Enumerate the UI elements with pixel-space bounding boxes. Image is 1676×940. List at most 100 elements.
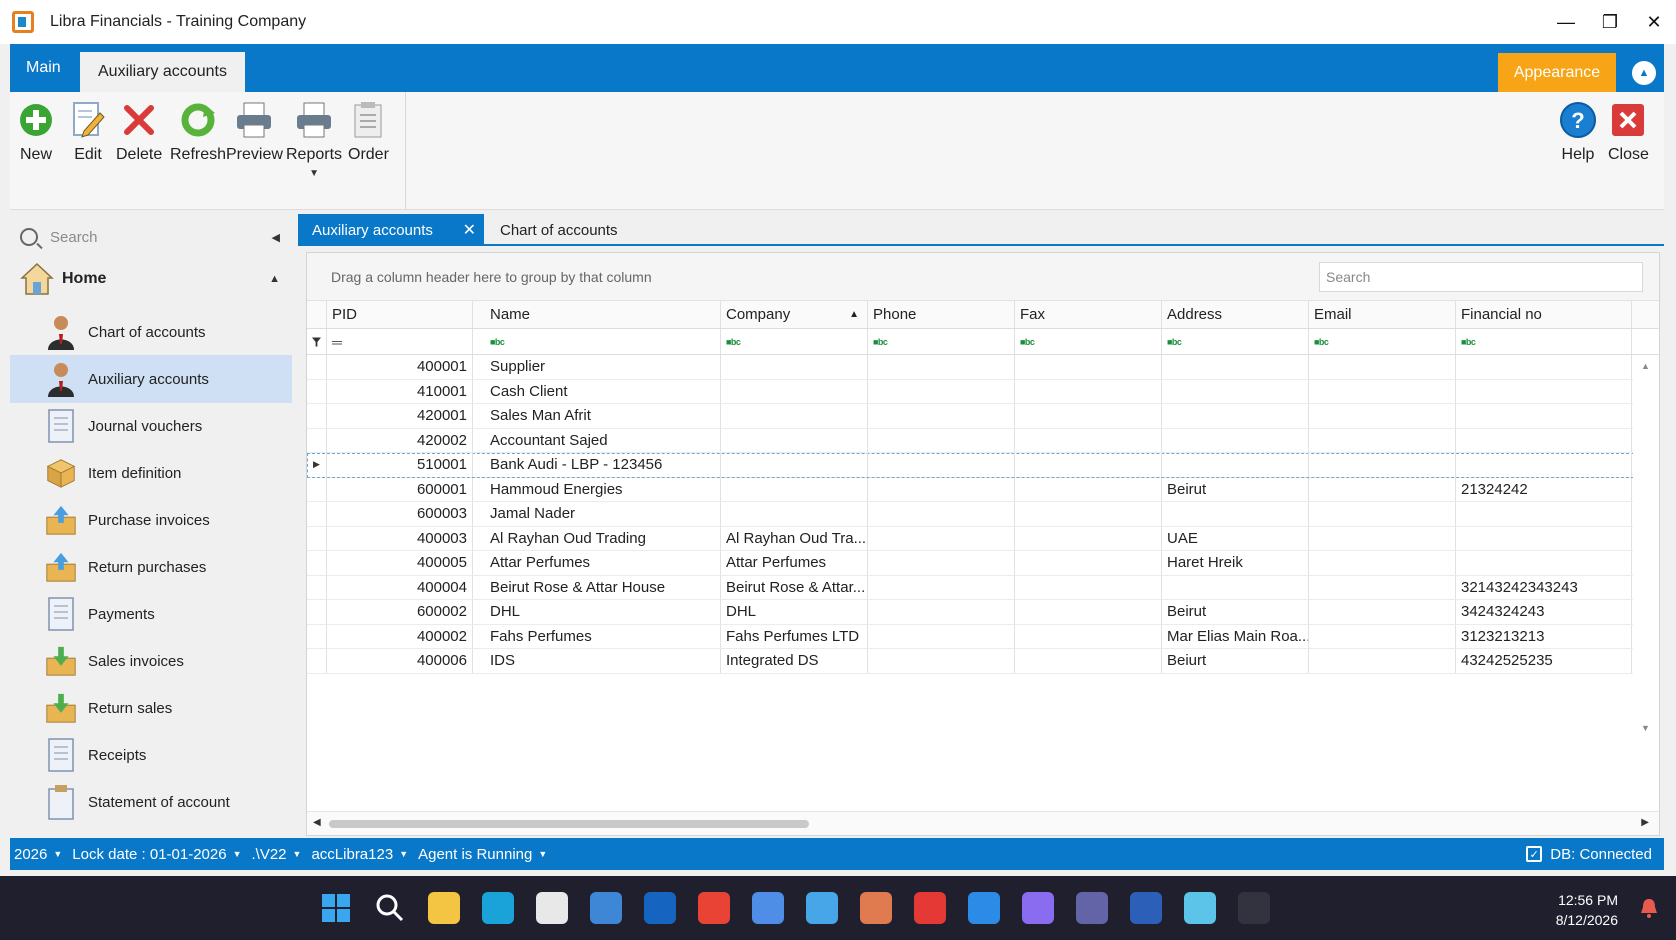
cell-phone[interactable] — [868, 428, 1015, 452]
contains-operator-icon[interactable]: ■bc — [873, 337, 888, 347]
help-button[interactable]: ? Help — [1558, 100, 1598, 164]
cell-fax[interactable] — [1015, 502, 1162, 526]
sidebar-item-return-sales[interactable]: Return sales — [10, 684, 292, 732]
cell-company[interactable]: Al Rayhan Oud Tra... — [721, 526, 868, 550]
equals-operator-icon[interactable]: ═ — [332, 334, 342, 350]
cell-company[interactable]: Beirut Rose & Attar... — [721, 575, 868, 599]
cell-company[interactable] — [721, 453, 868, 477]
outlook-icon[interactable] — [644, 892, 676, 924]
cell-email[interactable] — [1309, 477, 1456, 501]
tab-auxiliary-accounts[interactable]: Auxiliary accounts — [80, 52, 245, 92]
notification-bell-icon[interactable] — [1640, 898, 1658, 918]
new-button[interactable]: New — [16, 100, 56, 164]
cell-phone[interactable] — [868, 379, 1015, 403]
preview-button[interactable]: Preview — [226, 100, 283, 164]
doc-tab-auxiliary-accounts[interactable]: Auxiliary accounts ✕ — [298, 214, 484, 246]
cell-pid[interactable]: 600002 — [327, 600, 473, 624]
close-tab-icon[interactable]: ✕ — [463, 220, 476, 240]
app-blue-icon[interactable] — [752, 892, 784, 924]
sidebar-item-journal-vouchers[interactable]: Journal vouchers — [10, 402, 292, 450]
status-year[interactable]: 2026 ▼ — [14, 846, 62, 863]
table-row[interactable]: 400001 Supplier — [307, 355, 1659, 380]
cell-fax[interactable] — [1015, 404, 1162, 428]
sidebar-item-receipts[interactable]: Receipts — [10, 731, 292, 779]
vscode-icon[interactable] — [968, 892, 1000, 924]
cell-phone[interactable] — [868, 551, 1015, 575]
cell-address[interactable] — [1162, 575, 1309, 599]
filter-cell-company[interactable]: ■bc — [721, 329, 868, 354]
status-server[interactable]: .\V22 ▼ — [252, 846, 302, 863]
contains-operator-icon[interactable]: ■bc — [1167, 337, 1182, 347]
teams-icon[interactable] — [1076, 892, 1108, 924]
column-header-phone[interactable]: Phone — [868, 301, 1015, 328]
close-window-button[interactable]: ✕ — [1632, 0, 1676, 44]
table-row[interactable]: 400004 Beirut Rose & Attar House Beirut Ro… — [307, 575, 1659, 600]
cell-address[interactable]: Beirut — [1162, 477, 1309, 501]
cell-address[interactable]: Beiurt — [1162, 649, 1309, 673]
cell-name[interactable]: Hammoud Energies — [485, 477, 721, 501]
scroll-left-icon[interactable]: ◀ — [313, 817, 321, 828]
store-icon[interactable] — [536, 892, 568, 924]
column-header-company[interactable]: Company ▲ — [721, 301, 868, 328]
cell-address[interactable] — [1162, 404, 1309, 428]
photos-icon[interactable] — [806, 892, 838, 924]
cell-company[interactable] — [721, 477, 868, 501]
contains-operator-icon[interactable]: ■bc — [490, 337, 505, 347]
cell-financial-no[interactable]: 32143242343243 — [1456, 575, 1632, 599]
sidebar-item-item-definition[interactable]: Item definition — [10, 449, 292, 497]
cell-pid[interactable]: 510001 — [327, 453, 473, 477]
appearance-button[interactable]: Appearance — [1498, 53, 1616, 93]
cell-address[interactable] — [1162, 379, 1309, 403]
edge-icon[interactable] — [482, 892, 514, 924]
scroll-down-icon[interactable]: ▼ — [1641, 723, 1650, 733]
cell-fax[interactable] — [1015, 428, 1162, 452]
tab-main[interactable]: Main — [10, 44, 77, 92]
cell-financial-no[interactable]: 3424324243 — [1456, 600, 1632, 624]
status-lock-date[interactable]: Lock date : 01-01-2026 ▼ — [72, 846, 241, 863]
cell-address[interactable] — [1162, 453, 1309, 477]
cell-pid[interactable]: 410001 — [327, 379, 473, 403]
minimize-button[interactable]: — — [1544, 0, 1588, 44]
filter-cell-email[interactable]: ■bc — [1309, 329, 1456, 354]
chrome-icon[interactable] — [698, 892, 730, 924]
contains-operator-icon[interactable]: ■bc — [1461, 337, 1476, 347]
cell-pid[interactable]: 400002 — [327, 624, 473, 648]
refresh-button[interactable]: Refresh — [170, 100, 226, 164]
cell-email[interactable] — [1309, 404, 1456, 428]
cell-name[interactable]: Fahs Perfumes — [485, 624, 721, 648]
cell-financial-no[interactable] — [1456, 379, 1632, 403]
cell-pid[interactable]: 400005 — [327, 551, 473, 575]
table-row[interactable]: 420002 Accountant Sajed — [307, 428, 1659, 453]
cell-address[interactable]: Mar Elias Main Roa... — [1162, 624, 1309, 648]
cell-phone[interactable] — [868, 502, 1015, 526]
cell-name[interactable]: IDS — [485, 649, 721, 673]
column-header-fax[interactable]: Fax — [1015, 301, 1162, 328]
cell-address[interactable] — [1162, 355, 1309, 379]
cell-name[interactable]: DHL — [485, 600, 721, 624]
start-icon[interactable] — [320, 892, 352, 924]
word-icon[interactable] — [1130, 892, 1162, 924]
cell-name[interactable]: Jamal Nader — [485, 502, 721, 526]
cell-pid[interactable]: 420001 — [327, 404, 473, 428]
cell-email[interactable] — [1309, 379, 1456, 403]
cell-email[interactable] — [1309, 453, 1456, 477]
cell-fax[interactable] — [1015, 624, 1162, 648]
horizontal-scrollbar[interactable]: ◀ ▶ — [307, 811, 1659, 835]
cell-fax[interactable] — [1015, 575, 1162, 599]
cell-name[interactable]: Accountant Sajed — [485, 428, 721, 452]
cell-phone[interactable] — [868, 355, 1015, 379]
cell-email[interactable] — [1309, 600, 1456, 624]
libra-app-icon[interactable] — [1238, 892, 1270, 924]
column-header-financial-no[interactable]: Financial no — [1456, 301, 1632, 328]
cell-name[interactable]: Al Rayhan Oud Trading — [485, 526, 721, 550]
cell-fax[interactable] — [1015, 379, 1162, 403]
cell-name[interactable]: Sales Man Afrit — [485, 404, 721, 428]
cell-company[interactable] — [721, 404, 868, 428]
cell-fax[interactable] — [1015, 649, 1162, 673]
contains-operator-icon[interactable]: ■bc — [726, 337, 741, 347]
anydesk-icon[interactable] — [914, 892, 946, 924]
group-by-panel[interactable]: Drag a column header here to group by th… — [307, 253, 1659, 301]
horizontal-scroll-thumb[interactable] — [329, 820, 809, 828]
cell-phone[interactable] — [868, 477, 1015, 501]
table-row[interactable]: 400003 Al Rayhan Oud Trading Al Rayhan Oud… — [307, 526, 1659, 551]
